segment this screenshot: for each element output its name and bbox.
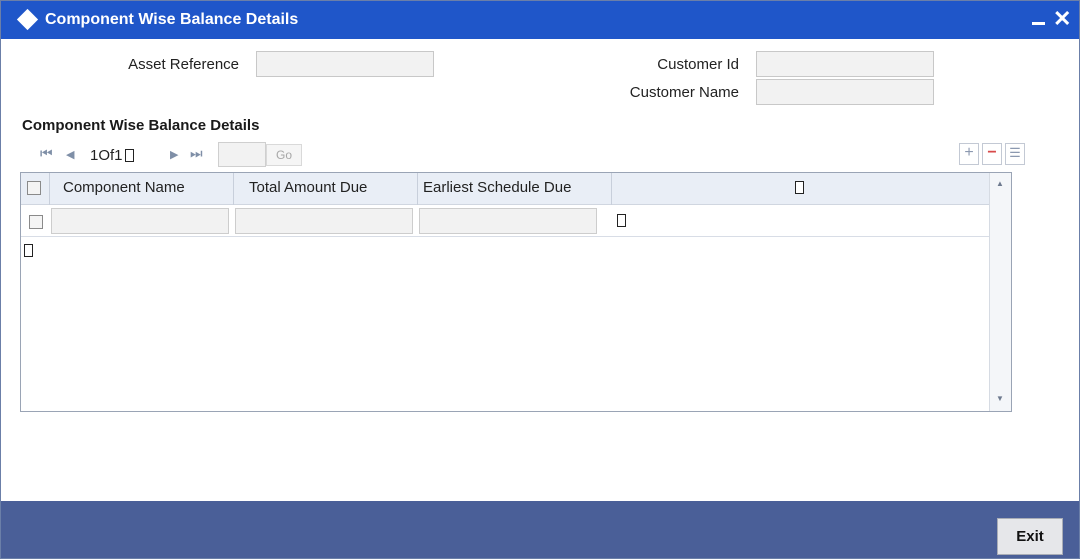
scroll-down-icon[interactable]: ▼ bbox=[996, 394, 1004, 403]
add-row-icon[interactable]: + bbox=[959, 143, 979, 165]
customer-name-input[interactable] bbox=[756, 79, 934, 105]
section-title: Component Wise Balance Details bbox=[22, 117, 260, 134]
single-view-icon[interactable]: ☰ bbox=[1005, 143, 1025, 165]
row-select-checkbox[interactable] bbox=[29, 215, 43, 229]
column-separator bbox=[417, 173, 418, 205]
last-page-icon[interactable]: ⏭ bbox=[190, 145, 203, 162]
column-header-component-name[interactable]: Component Name bbox=[63, 179, 185, 196]
column-separator bbox=[49, 173, 50, 205]
first-page-icon[interactable]: ⏮ bbox=[40, 145, 53, 162]
earliest-schedule-due-cell[interactable] bbox=[419, 208, 597, 234]
window-diamond-icon bbox=[16, 8, 39, 31]
missing-glyph-icon bbox=[617, 214, 626, 227]
window-title: Component Wise Balance Details bbox=[45, 11, 299, 28]
go-button[interactable]: Go bbox=[266, 144, 302, 166]
column-header-total-amount-due[interactable]: Total Amount Due bbox=[249, 179, 367, 196]
customer-id-label: Customer Id bbox=[657, 56, 739, 73]
column-header-earliest-schedule-due[interactable]: Earliest Schedule Due bbox=[423, 179, 571, 196]
balance-grid: Component Name Total Amount Due Earliest… bbox=[20, 172, 1012, 412]
column-separator bbox=[233, 173, 234, 205]
asset-reference-label: Asset Reference bbox=[128, 56, 239, 73]
close-icon[interactable]: ✕ bbox=[1053, 6, 1071, 32]
missing-glyph-icon bbox=[24, 244, 33, 257]
asset-reference-input[interactable] bbox=[256, 51, 434, 77]
dialog-window: Component Wise Balance Details ✕ Asset R… bbox=[0, 0, 1080, 559]
next-page-icon[interactable]: ▶ bbox=[170, 148, 178, 161]
previous-page-icon[interactable]: ◀ bbox=[66, 148, 74, 161]
grid-header: Component Name Total Amount Due Earliest… bbox=[21, 173, 989, 205]
page-info: 1Of1 bbox=[90, 147, 134, 164]
grid-toolbar: ⏮ ◀ 1Of1 ▶ ⏭ Go + − ☰ bbox=[20, 139, 1026, 171]
vertical-scrollbar[interactable]: ▲ ▼ bbox=[989, 173, 1011, 411]
missing-glyph-icon bbox=[795, 181, 804, 194]
missing-glyph-icon bbox=[124, 149, 134, 162]
table-row[interactable] bbox=[21, 205, 989, 237]
delete-row-icon[interactable]: − bbox=[982, 143, 1002, 165]
title-bar: Component Wise Balance Details ✕ bbox=[1, 1, 1079, 39]
footer-bar: Exit bbox=[1, 501, 1079, 558]
component-name-cell[interactable] bbox=[51, 208, 229, 234]
minimize-icon[interactable] bbox=[1029, 7, 1049, 31]
exit-button[interactable]: Exit bbox=[997, 518, 1063, 555]
page-number-input[interactable] bbox=[218, 142, 266, 167]
customer-id-input[interactable] bbox=[756, 51, 934, 77]
column-separator bbox=[611, 173, 612, 205]
select-all-checkbox[interactable] bbox=[27, 181, 41, 195]
total-amount-due-cell[interactable] bbox=[235, 208, 413, 234]
customer-name-label: Customer Name bbox=[629, 84, 739, 101]
scroll-up-icon[interactable]: ▲ bbox=[996, 179, 1004, 188]
